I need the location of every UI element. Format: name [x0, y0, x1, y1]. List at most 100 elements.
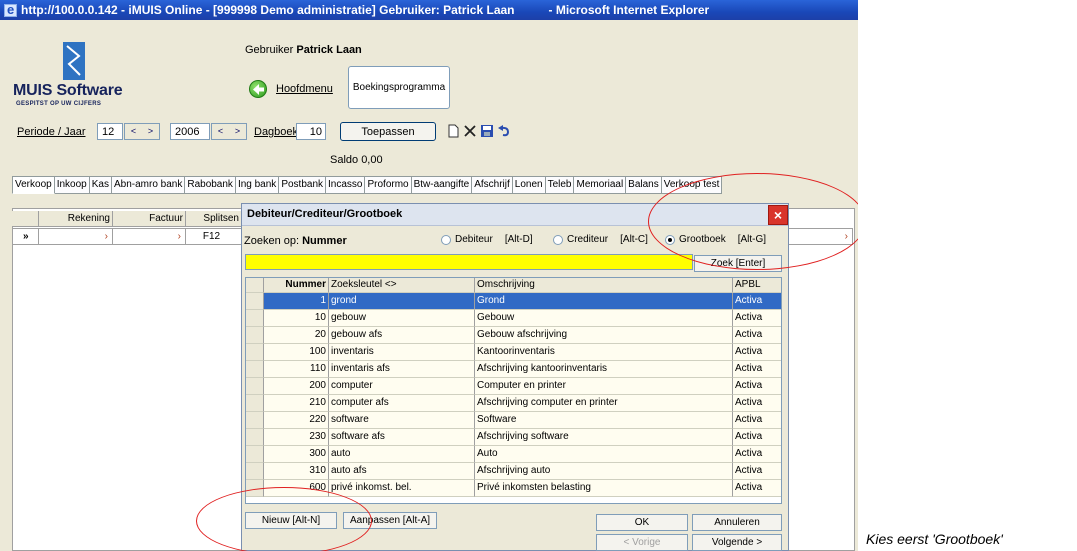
periode-input[interactable]: 12: [97, 123, 123, 140]
tab-teleb[interactable]: Teleb: [545, 176, 575, 194]
tab-rabobank[interactable]: Rabobank: [185, 176, 236, 194]
tab-inkoop[interactable]: Inkoop: [54, 176, 90, 194]
table-header-selector: [246, 278, 264, 293]
user-name: Patrick Laan: [296, 44, 362, 56]
tab-incasso[interactable]: Incasso: [326, 176, 366, 194]
grid-header-marker: [12, 211, 39, 227]
user-prefix: Gebruiker: [245, 44, 294, 56]
table-row[interactable]: 300 auto Auto Activa: [246, 446, 781, 463]
tab-ing-bank[interactable]: Ing bank: [235, 176, 280, 194]
dagboek-input[interactable]: 10: [296, 123, 326, 140]
row-selector: [246, 344, 264, 361]
radio-crediteur-dot[interactable]: [553, 234, 563, 245]
cell-zoeksleutel: auto afs: [329, 463, 475, 480]
cell-omschrijving: Afschrijving kantoorinventaris: [475, 361, 733, 378]
radio-crediteur-key: [Alt-C]: [620, 234, 648, 245]
row-selector: [246, 293, 264, 310]
ok-button[interactable]: OK: [596, 514, 688, 531]
jaar-next-button[interactable]: >: [229, 124, 246, 139]
tab-afschrijf[interactable]: Afschrijf: [472, 176, 513, 194]
table-row[interactable]: 210 computer afs Afschrijving computer en …: [246, 395, 781, 412]
cell-apbl: Activa: [733, 429, 781, 446]
row-selector: [246, 310, 264, 327]
volgende-button[interactable]: Volgende >: [692, 534, 782, 551]
cell-apbl: Activa: [733, 327, 781, 344]
table-row[interactable]: 10 gebouw Gebouw Activa: [246, 310, 781, 327]
table-row[interactable]: 230 software afs Afschrijving software Acti…: [246, 429, 781, 446]
cell-nummer: 300: [264, 446, 329, 463]
tab-lonen[interactable]: Lonen: [512, 176, 546, 194]
splitsen-cell[interactable]: F12: [186, 228, 242, 245]
table-row[interactable]: 1 grond Grond Activa: [246, 293, 781, 310]
cell-nummer: 10: [264, 310, 329, 327]
factuur-cell[interactable]: ›: [113, 228, 186, 245]
column-header-nummer[interactable]: Nummer: [264, 278, 329, 293]
tab-proformo[interactable]: Proformo: [365, 176, 412, 194]
tab-memoriaal[interactable]: Memoriaal: [574, 176, 627, 194]
delete-icon[interactable]: [463, 124, 477, 138]
tab-verkoop[interactable]: Verkoop: [12, 176, 55, 194]
radio-crediteur[interactable]: Crediteur [Alt-C]: [553, 234, 648, 245]
grid-header-rekening: Rekening: [39, 211, 113, 227]
cell-nummer: 210: [264, 395, 329, 412]
grid-header-factuur: Factuur: [113, 211, 186, 227]
tab-balans[interactable]: Balans: [626, 176, 662, 194]
cell-nummer: 110: [264, 361, 329, 378]
cell-apbl: Activa: [733, 378, 781, 395]
tab-btw-aangifte[interactable]: Btw-aangifte: [411, 176, 473, 194]
table-row[interactable]: 110 inventaris afs Afschrijving kantoorinv…: [246, 361, 781, 378]
cell-zoeksleutel: grond: [329, 293, 475, 310]
save-icon[interactable]: [480, 124, 494, 138]
row-selector: [246, 395, 264, 412]
tab-postbank[interactable]: Postbank: [279, 176, 327, 194]
table-row[interactable]: 200 computer Computer en printer Activa: [246, 378, 781, 395]
window-title-bar[interactable]: http://100.0.0.142 - iMUIS Online - [999…: [0, 0, 858, 20]
grid-header: Rekening Factuur Splitsen: [12, 211, 242, 227]
hoofdmenu-link[interactable]: Hoofdmenu: [276, 83, 333, 95]
cell-omschrijving: Kantoorinventaris: [475, 344, 733, 361]
table-row[interactable]: 220 software Software Activa: [246, 412, 781, 429]
new-document-icon[interactable]: [446, 124, 460, 138]
column-header-apbl[interactable]: APBL: [733, 278, 781, 293]
cell-omschrijving: Grond: [475, 293, 733, 310]
cell-apbl: Activa: [733, 412, 781, 429]
boekingsprogramma-button[interactable]: Boekingsprogramma: [348, 66, 450, 109]
rekening-cell[interactable]: ›: [39, 228, 113, 245]
row-selector: [246, 327, 264, 344]
cell-apbl: Activa: [733, 310, 781, 327]
column-header-zoeksleutel[interactable]: Zoeksleutel <>: [329, 278, 475, 293]
cell-omschrijving: Auto: [475, 446, 733, 463]
result-table: Nummer Zoeksleutel <> Omschrijving APBL …: [245, 277, 782, 504]
zoeken-field: Nummer: [302, 235, 347, 247]
cell-zoeksleutel: privé inkomst. bel.: [329, 480, 475, 497]
toepassen-button[interactable]: Toepassen: [340, 122, 436, 141]
search-input[interactable]: [245, 254, 693, 270]
table-row[interactable]: 310 auto afs Afschrijving auto Activa: [246, 463, 781, 480]
table-row[interactable]: 20 gebouw afs Gebouw afschrijving Activa: [246, 327, 781, 344]
cell-zoeksleutel: computer afs: [329, 395, 475, 412]
user-line: Gebruiker Patrick Laan: [245, 44, 362, 56]
grid-entry-row: » › › F12: [12, 228, 242, 245]
vorige-button[interactable]: < Vorige: [596, 534, 688, 551]
radio-crediteur-label: Crediteur: [567, 234, 609, 245]
cell-zoeksleutel: gebouw: [329, 310, 475, 327]
jaar-input[interactable]: 2006: [170, 123, 210, 140]
back-arrow-icon[interactable]: [249, 80, 267, 98]
periode-prev-button[interactable]: <: [125, 124, 142, 139]
table-header: Nummer Zoeksleutel <> Omschrijving APBL: [246, 278, 781, 293]
undo-icon[interactable]: [497, 124, 511, 138]
radio-debiteur[interactable]: Debiteur [Alt-D]: [441, 234, 533, 245]
tab-kas[interactable]: Kas: [89, 176, 112, 194]
jaar-prev-button[interactable]: <: [212, 124, 229, 139]
cell-apbl: Activa: [733, 361, 781, 378]
table-row[interactable]: 100 inventaris Kantoorinventaris Activa: [246, 344, 781, 361]
jaar-spinner[interactable]: < >: [211, 123, 247, 140]
radio-debiteur-dot[interactable]: [441, 234, 451, 245]
tab-abn-amro-bank[interactable]: Abn-amro bank: [111, 176, 186, 194]
periode-spinner[interactable]: < >: [124, 123, 160, 140]
periode-next-button[interactable]: >: [142, 124, 159, 139]
column-header-omschrijving[interactable]: Omschrijving: [475, 278, 733, 293]
row-selector: [246, 429, 264, 446]
annuleren-button[interactable]: Annuleren: [692, 514, 782, 531]
row-selector: [246, 412, 264, 429]
